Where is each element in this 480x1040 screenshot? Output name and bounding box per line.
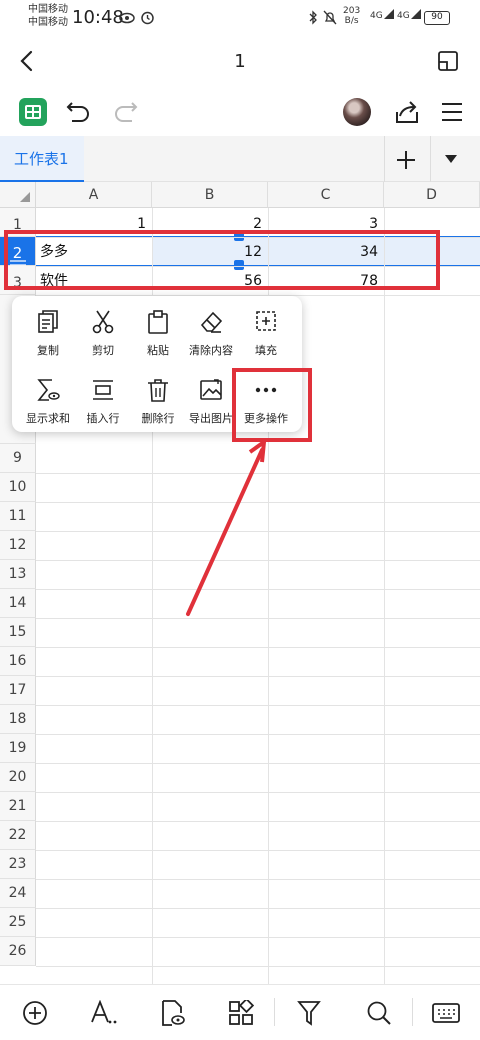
row-header-25[interactable]: 25: [0, 908, 36, 937]
grid-line: [36, 618, 480, 619]
bottom-divider: [274, 998, 275, 1026]
battery-indicator: 90: [424, 11, 450, 25]
grid-line: [36, 966, 480, 967]
menu-paste[interactable]: 粘贴: [130, 310, 186, 358]
menu-show-sum[interactable]: 显示求和: [20, 378, 76, 426]
annotation-arrow-icon: [186, 440, 266, 616]
bluetooth-icon: [309, 10, 317, 25]
row-header-21[interactable]: 21: [0, 792, 36, 821]
image-export-icon: [200, 379, 222, 400]
row-header-22[interactable]: 22: [0, 821, 36, 850]
document-title: 1: [234, 51, 246, 72]
search-icon[interactable]: [366, 1000, 392, 1026]
share-icon[interactable]: [394, 99, 420, 125]
eye-icon: [119, 12, 135, 24]
tab-divider: [384, 136, 385, 182]
grid-line: [36, 676, 480, 677]
font-icon[interactable]: [90, 1000, 118, 1026]
mute-bell-icon: [323, 10, 337, 25]
grid-line: [36, 850, 480, 851]
signal-2: 4G: [397, 8, 422, 21]
undo-icon[interactable]: [66, 100, 92, 124]
bottom-divider: [412, 998, 413, 1026]
status-time: 10:48: [72, 7, 124, 28]
grid-line: [36, 908, 480, 909]
column-header-a[interactable]: A: [36, 182, 152, 208]
row-header-9[interactable]: 9: [0, 444, 36, 473]
carrier-label-2: 中国移动: [28, 17, 68, 28]
row-header-13[interactable]: 13: [0, 560, 36, 589]
menu-export-image[interactable]: 导出图片: [183, 378, 239, 426]
row-header-14[interactable]: 14: [0, 589, 36, 618]
add-icon[interactable]: [22, 1000, 48, 1026]
filter-icon[interactable]: [297, 1000, 321, 1026]
carrier-label-1: 中国移动: [28, 4, 68, 15]
row-header-15[interactable]: 15: [0, 618, 36, 647]
grid-line: [36, 937, 480, 938]
menu-cut[interactable]: 剪切: [75, 310, 131, 358]
paste-icon: [148, 310, 168, 334]
alarm-icon: [141, 11, 154, 25]
row-header-18[interactable]: 18: [0, 705, 36, 734]
fill-icon: [256, 311, 276, 331]
row-header-12[interactable]: 12: [0, 531, 36, 560]
trash-icon: [148, 379, 168, 402]
menu-copy[interactable]: 复制: [20, 310, 76, 358]
grid-line: [36, 734, 480, 735]
row-header-24[interactable]: 24: [0, 879, 36, 908]
grid-line: [36, 792, 480, 793]
menu-icon[interactable]: [440, 101, 464, 123]
view-icon[interactable]: [160, 999, 186, 1027]
row-header-20[interactable]: 20: [0, 763, 36, 792]
row-header-19[interactable]: 19: [0, 734, 36, 763]
sum-icon: [37, 379, 60, 401]
redo-icon[interactable]: [112, 100, 138, 124]
keyboard-icon[interactable]: [432, 1001, 460, 1025]
copy-icon: [38, 310, 58, 333]
tab-sheet1[interactable]: 工作表1: [0, 136, 84, 182]
avatar[interactable]: [343, 98, 371, 126]
menu-delete-row[interactable]: 删除行: [130, 378, 186, 426]
apps-icon[interactable]: [228, 1000, 254, 1026]
grid-line: [36, 705, 480, 706]
sheet-app-icon[interactable]: [19, 98, 47, 126]
select-all-corner[interactable]: [0, 182, 36, 208]
grid-line: [36, 763, 480, 764]
column-header-b[interactable]: B: [152, 182, 268, 208]
menu-insert-row[interactable]: 插入行: [75, 378, 131, 426]
column-header-c[interactable]: C: [268, 182, 384, 208]
annotation-more-highlight: [232, 368, 312, 442]
column-header-d[interactable]: D: [384, 182, 480, 208]
grid-line: [36, 647, 480, 648]
row-header-26[interactable]: 26: [0, 937, 36, 966]
add-sheet-icon[interactable]: [396, 150, 416, 170]
insert-row-icon: [93, 380, 113, 400]
row-header-11[interactable]: 11: [0, 502, 36, 531]
scissors-icon: [92, 310, 114, 334]
row-header-17[interactable]: 17: [0, 676, 36, 705]
dropdown-icon[interactable]: [444, 154, 458, 164]
eraser-icon: [200, 311, 223, 333]
row-header-10[interactable]: 10: [0, 473, 36, 502]
grid-line: [36, 821, 480, 822]
grid-line: [384, 208, 385, 984]
annotation-rows-highlight: [4, 230, 440, 290]
row-header-23[interactable]: 23: [0, 850, 36, 879]
signal-1: 4G: [370, 8, 395, 21]
grid-line: [36, 879, 480, 880]
row-header-16[interactable]: 16: [0, 647, 36, 676]
fullscreen-icon[interactable]: [437, 50, 459, 72]
menu-fill[interactable]: 填充: [238, 310, 294, 358]
status-bar: 中国移动 中国移动 10:48 203 B/s 4G 4G 90: [0, 0, 480, 36]
menu-clear-content[interactable]: 清除内容: [183, 310, 239, 358]
net-speed: 203 B/s: [343, 6, 361, 26]
tab-divider: [430, 136, 431, 182]
